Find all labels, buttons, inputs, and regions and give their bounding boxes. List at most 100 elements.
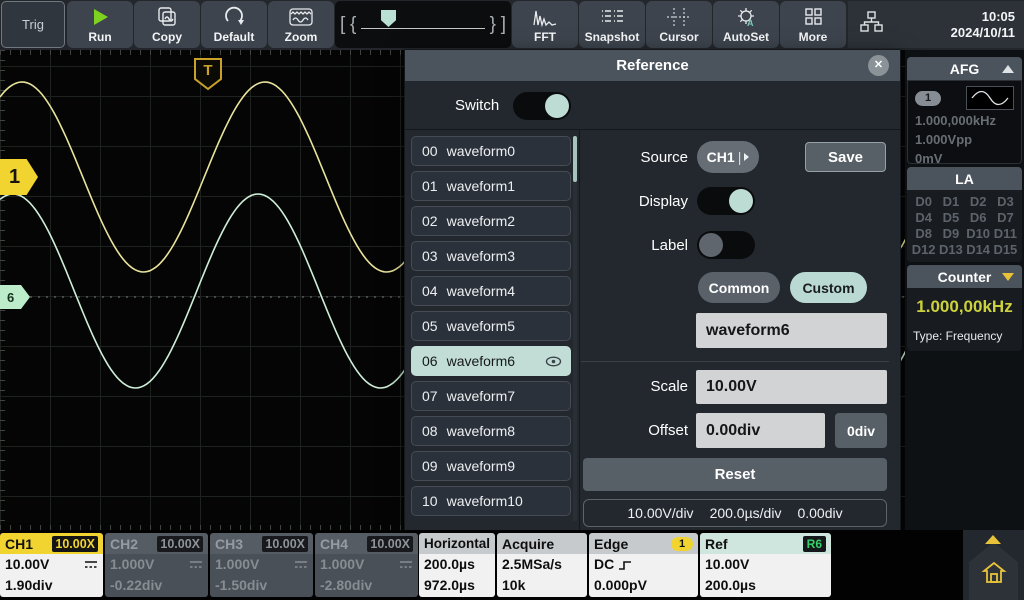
afg-title: AFG	[950, 61, 980, 77]
custom-button[interactable]: Custom	[790, 272, 867, 303]
counter-value: 1.000,00kHz	[913, 297, 1016, 317]
afg-panel-body[interactable]: 1 1.000,000kHz 1.000Vpp 0mV	[907, 80, 1022, 164]
label-name-input[interactable]: waveform6	[696, 313, 887, 348]
cursor-button[interactable]: Cursor	[646, 1, 712, 48]
reference-switch-toggle[interactable]	[513, 92, 571, 120]
item-id: 10	[422, 493, 438, 509]
trig-button[interactable]: Trig	[1, 1, 65, 48]
la-d11: D11	[992, 226, 1019, 241]
label-toggle[interactable]	[697, 231, 755, 259]
afg-panel-header[interactable]: AFG	[907, 57, 1022, 80]
home-icon[interactable]	[981, 560, 1007, 591]
dc-coupling-icon	[294, 560, 308, 569]
list-item-waveform7[interactable]: 07waveform7	[411, 381, 571, 411]
item-id: 07	[422, 388, 438, 404]
list-scrollbar-thumb[interactable]	[573, 136, 577, 182]
horizontal-block[interactable]: Horizontal 200.0µs972.0µs	[419, 533, 495, 597]
list-item-waveform2[interactable]: 02waveform2	[411, 206, 571, 236]
run-button[interactable]: Run	[67, 1, 133, 48]
sine-wave-icon	[966, 86, 1014, 110]
la-d14: D14	[965, 242, 992, 257]
la-panel-header[interactable]: LA	[907, 167, 1022, 190]
svg-text:A: A	[747, 18, 754, 28]
reset-label: Reset	[715, 466, 756, 483]
common-button[interactable]: Common	[698, 272, 780, 303]
la-d8: D8	[910, 226, 937, 241]
list-item-waveform6-selected[interactable]: 06waveform6	[411, 346, 571, 376]
slider-track[interactable]	[361, 28, 485, 29]
panel-divider	[579, 130, 580, 530]
list-item-waveform1[interactable]: 01waveform1	[411, 171, 571, 201]
source-select[interactable]: CH1|	[697, 141, 759, 173]
ch3-block[interactable]: CH310.00X 1.000V-1.50div	[210, 533, 313, 597]
close-icon[interactable]: ✕	[868, 55, 889, 76]
offset-label: Offset	[583, 422, 688, 439]
collapse-down-icon	[1002, 273, 1014, 281]
zero-div-label: 0div	[847, 423, 875, 439]
afg-frequency: 1.000,000kHz	[915, 112, 1014, 129]
corner-menu	[963, 530, 1024, 600]
la-panel-body[interactable]: D0D1D2D3 D4D5D6D7 D8D9D10D11 D12D13D14D1…	[907, 190, 1022, 262]
dialog-titlebar: Reference ✕	[405, 50, 900, 81]
network-icon[interactable]	[858, 9, 886, 40]
item-id: 02	[422, 213, 438, 229]
reference-status-bar: 10.00V/div 200.0µs/div 0.00div	[583, 499, 887, 527]
ch4-probe-badge: 10.00X	[367, 536, 413, 552]
chevron-right-icon	[744, 153, 749, 161]
item-id: 03	[422, 248, 438, 264]
expand-up-icon[interactable]	[985, 535, 1001, 544]
la-d5: D5	[937, 210, 964, 225]
acquire-block[interactable]: Acquire 2.5MSa/s10k	[497, 533, 587, 597]
copy-icon	[155, 5, 179, 29]
more-button[interactable]: More	[780, 1, 846, 48]
counter-panel-body[interactable]: 1.000,00kHz Type: Frequency	[907, 288, 1022, 351]
item-name: waveform6	[447, 353, 515, 369]
offset-input[interactable]: 0.00div	[696, 413, 825, 448]
source-value: CH1	[707, 149, 735, 165]
ref-block[interactable]: RefR6 10.00V200.0µs	[700, 533, 831, 597]
zoom-button[interactable]: Zoom	[268, 1, 334, 48]
ch4-block[interactable]: CH410.00X 1.000V-2.80div	[315, 533, 418, 597]
counter-title: Counter	[938, 269, 992, 285]
item-name: waveform9	[447, 458, 515, 474]
trigger-edge-block[interactable]: Edge1 DC0.000pV	[589, 533, 698, 597]
scale-input[interactable]: 10.00V	[696, 370, 887, 404]
slider-trigger-marker[interactable]	[381, 10, 396, 27]
visibility-eye-icon[interactable]	[545, 356, 562, 367]
copy-button[interactable]: Copy	[134, 1, 200, 48]
edge-coupling: DC	[594, 554, 614, 575]
la-d12: D12	[910, 242, 937, 257]
default-button[interactable]: Default	[201, 1, 267, 48]
display-toggle[interactable]	[697, 187, 755, 215]
la-d13: D13	[937, 242, 964, 257]
edge-source-badge: 1	[671, 537, 693, 551]
item-id: 04	[422, 283, 438, 299]
list-scrollbar[interactable]	[573, 136, 577, 521]
counter-panel-header[interactable]: Counter	[907, 265, 1022, 288]
trigger-position-marker[interactable]: T	[193, 57, 223, 96]
list-item-waveform10[interactable]: 10waveform10	[411, 486, 571, 516]
snapshot-button[interactable]: Snapshot	[579, 1, 645, 48]
ch1-block[interactable]: CH110.00X 10.00V1.90div	[0, 533, 103, 597]
list-item-waveform5[interactable]: 05waveform5	[411, 311, 571, 341]
ref-scale-readout: 10.00V/div	[627, 505, 693, 521]
list-item-waveform0[interactable]: 00waveform0	[411, 136, 571, 166]
item-id: 01	[422, 178, 438, 194]
ch2-block[interactable]: CH210.00X 1.000V-0.22div	[105, 533, 208, 597]
list-item-waveform8[interactable]: 08waveform8	[411, 416, 571, 446]
la-d4: D4	[910, 210, 937, 225]
list-item-waveform3[interactable]: 03waveform3	[411, 241, 571, 271]
reset-button[interactable]: Reset	[583, 458, 887, 491]
fft-button[interactable]: FFT	[512, 1, 578, 48]
top-toolbar: Trig Run Copy Default Zoom [ { } ] FFT S…	[0, 0, 1024, 50]
horizontal-position-slider[interactable]: [ { } ]	[335, 1, 511, 48]
autoset-button[interactable]: A AutoSet	[713, 1, 779, 48]
ch2-probe-badge: 10.00X	[157, 536, 203, 552]
waveform-list: 00waveform0 01waveform1 02waveform2 03wa…	[411, 136, 571, 521]
ch4-name: CH4	[320, 536, 348, 552]
list-item-waveform9[interactable]: 09waveform9	[411, 451, 571, 481]
zero-div-button[interactable]: 0div	[835, 413, 887, 448]
label-label: Label	[583, 237, 688, 254]
save-button[interactable]: Save	[805, 142, 886, 172]
list-item-waveform4[interactable]: 04waveform4	[411, 276, 571, 306]
